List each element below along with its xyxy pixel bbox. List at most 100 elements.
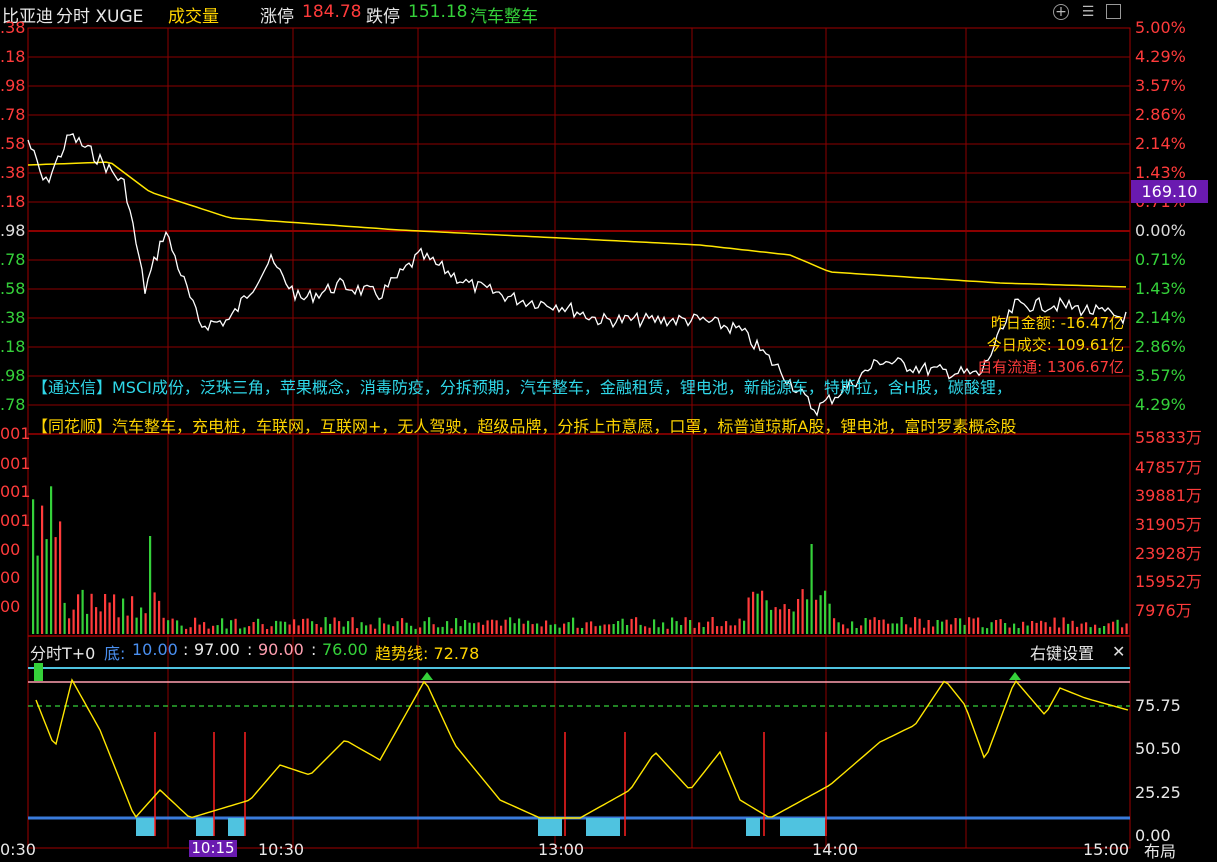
menu-icon[interactable]: ☰ <box>1080 4 1096 20</box>
volume-bar <box>819 595 822 634</box>
free-float: 自有流通: 1306.67亿 <box>977 358 1124 376</box>
volume-bar <box>671 617 674 634</box>
volume-bar <box>918 618 921 634</box>
tdx-concepts[interactable]: 【通达信】MSCI成份，泛珠三角，苹果概念，消毒防疫，分拆预期，汽车整车，金融租… <box>32 374 1122 398</box>
volume-bar <box>1044 622 1047 634</box>
right-click-settings[interactable]: 右键设置 <box>1030 640 1094 664</box>
volume-bar <box>248 626 251 634</box>
volume-bar <box>932 626 935 634</box>
volume-bar <box>1112 621 1115 634</box>
current-price-badge: 169.10 <box>1131 180 1208 203</box>
volume-bar <box>806 599 809 634</box>
price-tick-left: .18 <box>0 192 26 211</box>
today-volume: 今日成交: 109.61亿 <box>986 336 1124 354</box>
volume-bar <box>257 618 260 634</box>
volume-bar <box>702 627 705 634</box>
volume-bar <box>378 617 381 634</box>
volume-bar <box>108 602 111 634</box>
volume-bar <box>396 621 399 634</box>
volume-bar <box>104 594 107 634</box>
window-icon[interactable] <box>1106 4 1121 19</box>
volume-bar <box>140 607 143 634</box>
ths-concepts[interactable]: 【同花顺】汽车整车，充电桩，车联网，互联网+，无人驾驶，超级品牌，分拆上市意愿，… <box>32 413 1132 437</box>
chart-frame <box>27 27 1131 849</box>
volume-tick-right: 31905万 <box>1135 515 1202 534</box>
prev-amount: 昨日金额: -16.47亿 <box>990 314 1124 332</box>
price-tick-right: 5.00% <box>1135 18 1186 37</box>
sector-label[interactable]: 汽车整车 <box>470 2 538 27</box>
volume-bar <box>635 617 638 634</box>
volume-bar <box>1125 623 1128 634</box>
volume-bar <box>297 625 300 634</box>
volume-bar <box>923 627 926 634</box>
volume-bar <box>212 625 215 634</box>
indicator-v1: 10.00 <box>132 640 178 659</box>
trend-line <box>35 678 1129 819</box>
volume-bar <box>261 624 264 634</box>
add-icon[interactable]: + <box>1053 4 1069 20</box>
volume-bar <box>999 619 1002 634</box>
volume-bar <box>1107 623 1110 634</box>
volume-tick-right: 7976万 <box>1135 601 1192 620</box>
volume-bar <box>77 594 80 634</box>
bottom-fill-block <box>780 818 825 836</box>
mode-label[interactable]: 分时 XUGE <box>56 2 143 27</box>
volume-bar <box>36 555 39 634</box>
volume-bar <box>117 617 120 634</box>
bottom-fill-block <box>538 818 562 836</box>
volume-bar <box>950 624 953 634</box>
volume-bar <box>284 621 287 634</box>
volume-bar <box>959 618 962 634</box>
volume-bar <box>315 624 318 634</box>
volume-bar <box>734 625 737 634</box>
volume-bar <box>369 624 372 634</box>
volume-bar <box>351 617 354 634</box>
indicator-title[interactable]: 分时T+0 <box>30 640 95 664</box>
volume-bar <box>756 593 759 634</box>
volume-bar <box>342 626 345 634</box>
volume-bar <box>1008 627 1011 634</box>
layout-button[interactable]: 布局 <box>1144 838 1176 862</box>
limit-down-value: 151.18 <box>408 2 468 22</box>
volume-bar <box>788 609 791 634</box>
price-tick-left: .78 <box>0 105 26 124</box>
indicator-v2: 97.00 <box>194 640 240 659</box>
price-tick-right: 3.57% <box>1135 76 1186 95</box>
bottom-fill-block <box>746 818 760 836</box>
volume-bar <box>441 626 444 634</box>
time-tick: 13:00 <box>538 840 585 859</box>
price-tick-right: 4.29% <box>1135 47 1186 66</box>
volume-bar <box>198 624 201 634</box>
indicator-tick: 75.75 <box>1135 696 1181 715</box>
volume-bar <box>995 620 998 634</box>
volume-bar <box>1103 626 1106 634</box>
volume-tick-right: 23928万 <box>1135 544 1202 563</box>
volume-bar <box>473 623 476 634</box>
volume-bar <box>144 613 147 634</box>
volume-bar <box>320 627 323 634</box>
volume-bar <box>207 628 210 634</box>
volume-tick-right: 15952万 <box>1135 572 1202 591</box>
volume-bar <box>531 624 534 634</box>
volume-bar <box>738 618 741 634</box>
volume-bar <box>509 617 512 634</box>
volume-bar <box>540 626 543 634</box>
volume-bar <box>563 623 566 634</box>
volume-bar <box>977 617 980 634</box>
volume-bar <box>882 619 885 634</box>
volume-bar <box>599 625 602 634</box>
volume-bar <box>203 622 206 634</box>
volume-bar <box>572 617 575 634</box>
volume-bar <box>905 624 908 634</box>
volume-bar <box>279 621 282 634</box>
volume-bar <box>450 628 453 634</box>
volume-bar <box>1035 622 1038 634</box>
volume-bar <box>311 621 314 634</box>
price-tick-left: .98 <box>0 76 26 95</box>
close-icon[interactable]: ✕ <box>1112 642 1125 661</box>
volume-bar <box>162 617 165 634</box>
time-tick: 10:30 <box>258 840 305 859</box>
indicator-name[interactable]: 成交量 <box>168 2 219 27</box>
volume-bar <box>1071 620 1074 634</box>
volume-bar <box>149 536 152 634</box>
